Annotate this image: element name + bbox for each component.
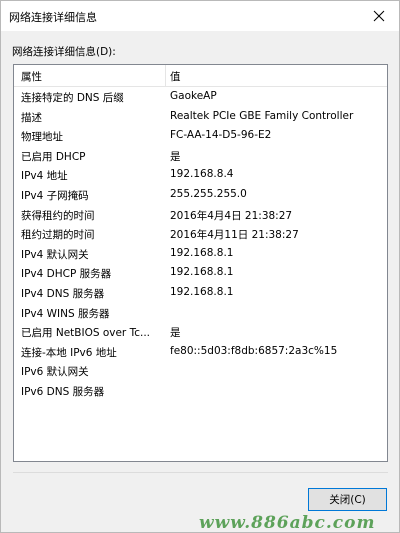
property-cell: 已启用 NetBIOS over Tc...: [21, 327, 151, 340]
details-list[interactable]: 属性 值 连接特定的 DNS 后缀 GaokeAP 描述 Realtek PCIe G…: [13, 64, 388, 462]
value-cell: 192.168.8.1: [170, 285, 234, 298]
property-cell: IPv4 DNS 服务器: [21, 287, 105, 300]
table-row[interactable]: IPv4 默认网关 192.168.8.1: [14, 244, 387, 264]
table-row[interactable]: 获得租约的时间 2016年4月4日 21:38:27: [14, 205, 387, 225]
value-cell: 255.255.255.0: [170, 187, 247, 200]
table-row[interactable]: IPv4 子网掩码 255.255.255.0: [14, 185, 387, 205]
value-cell: FC-AA-14-D5-96-E2: [170, 129, 272, 142]
column-header-property[interactable]: 属性: [21, 69, 42, 84]
value-cell: 192.168.8.1: [170, 266, 234, 279]
property-cell: IPv4 子网掩码: [21, 189, 89, 202]
property-cell: 租约过期的时间: [21, 229, 95, 242]
watermark-logo: www.886abc.com: [199, 513, 376, 533]
details-section-label: 网络连接详细信息(D):: [12, 46, 116, 58]
table-row[interactable]: IPv6 默认网关: [14, 361, 387, 381]
table-row[interactable]: IPv6 DNS 服务器: [14, 381, 387, 401]
table-row[interactable]: 连接特定的 DNS 后缀 GaokeAP: [14, 87, 387, 107]
property-cell: 获得租约的时间: [21, 209, 95, 222]
column-header-value[interactable]: 值: [170, 69, 181, 84]
table-row[interactable]: IPv4 WINS 服务器: [14, 303, 387, 323]
title-bar: 网络连接详细信息: [1, 1, 399, 31]
table-row[interactable]: IPv4 地址 192.168.8.4: [14, 165, 387, 185]
table-row[interactable]: 已启用 DHCP 是: [14, 146, 387, 166]
property-cell: IPv4 地址: [21, 170, 68, 183]
value-cell: GaokeAP: [170, 90, 217, 102]
table-row[interactable]: 连接-本地 IPv6 地址 fe80::5d03:f8db:6857:2a3c%1…: [14, 342, 387, 362]
window-title: 网络连接详细信息: [9, 11, 97, 24]
value-cell: 192.168.8.1: [170, 246, 234, 259]
property-cell: 连接-本地 IPv6 地址: [21, 346, 117, 359]
value-cell: fe80::5d03:f8db:6857:2a3c%15: [170, 344, 338, 357]
property-cell: 描述: [21, 111, 42, 124]
value-cell: 192.168.8.4: [170, 168, 234, 181]
table-row[interactable]: 租约过期的时间 2016年4月11日 21:38:27: [14, 224, 387, 244]
table-row[interactable]: 描述 Realtek PCIe GBE Family Controller: [14, 107, 387, 127]
property-cell: IPv4 DHCP 服务器: [21, 268, 112, 281]
table-row[interactable]: IPv4 DHCP 服务器 192.168.8.1: [14, 263, 387, 283]
value-cell: 是: [170, 150, 181, 163]
close-button[interactable]: 关闭(C): [308, 488, 387, 511]
property-cell: IPv6 默认网关: [21, 366, 89, 379]
separator: [13, 472, 388, 473]
property-cell: IPv6 DNS 服务器: [21, 385, 105, 398]
table-row[interactable]: 物理地址 FC-AA-14-D5-96-E2: [14, 126, 387, 146]
details-rows: 连接特定的 DNS 后缀 GaokeAP 描述 Realtek PCIe GBE Fa…: [14, 87, 387, 401]
value-cell: 2016年4月4日 21:38:27: [170, 209, 293, 222]
value-cell: Realtek PCIe GBE Family Controller: [170, 109, 354, 122]
value-cell: 是: [170, 327, 181, 340]
property-cell: IPv4 WINS 服务器: [21, 307, 110, 320]
network-details-dialog: 网络连接详细信息 网络连接详细信息(D): 属性 值 连接特定的 DNS 后缀 G…: [0, 0, 400, 533]
property-cell: 物理地址: [21, 131, 63, 144]
table-row[interactable]: 已启用 NetBIOS over Tc... 是: [14, 322, 387, 342]
column-divider[interactable]: [165, 65, 166, 86]
list-header: 属性 值: [14, 65, 387, 87]
property-cell: 已启用 DHCP: [21, 150, 86, 163]
property-cell: 连接特定的 DNS 后缀: [21, 92, 124, 104]
property-cell: IPv4 默认网关: [21, 248, 89, 261]
close-icon[interactable]: [359, 1, 399, 31]
table-row[interactable]: IPv4 DNS 服务器 192.168.8.1: [14, 283, 387, 303]
value-cell: 2016年4月11日 21:38:27: [170, 229, 299, 242]
